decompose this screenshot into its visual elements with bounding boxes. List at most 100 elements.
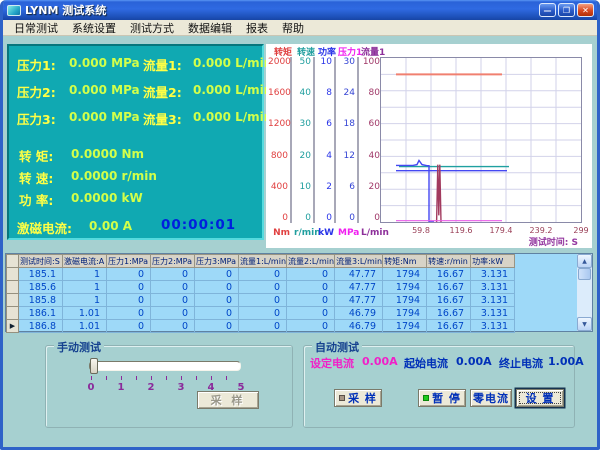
column-header: 转矩:Nm bbox=[383, 255, 427, 268]
excitation-current-value: 0.00 A bbox=[89, 219, 132, 233]
speed-label: 转 速: bbox=[19, 168, 53, 187]
table-cell: 0 bbox=[287, 281, 335, 294]
flow2-label: 流量2: bbox=[143, 82, 182, 101]
table-cell: 1.01 bbox=[63, 307, 107, 320]
close-button[interactable]: ✕ bbox=[577, 3, 594, 17]
table-cell: 0 bbox=[151, 268, 195, 281]
zero-current-button[interactable]: 零电流 bbox=[470, 389, 512, 407]
table-cell: 0 bbox=[287, 294, 335, 307]
table-scrollbar[interactable]: ▲ ▼ bbox=[577, 254, 592, 331]
table-cell: 0 bbox=[107, 268, 151, 281]
table-header-row: 测试时间:S激磁电流:A压力1:MPa压力2:MPa压力3:MPa流量1:L/m… bbox=[7, 255, 515, 268]
table-row[interactable]: ▶186.81.010000046.79179416.673.131 bbox=[7, 320, 515, 333]
manual-sample-button[interactable]: 采 样 bbox=[197, 391, 259, 409]
row-selector bbox=[7, 307, 19, 320]
start-current-value: 0.00A bbox=[456, 355, 492, 368]
pressure3-value: 0.000 MPa bbox=[69, 110, 140, 124]
table-cell: 185.8 bbox=[19, 294, 63, 307]
sample-led-icon bbox=[339, 395, 345, 401]
app-window: LYNM 测试系统 — ❐ ✕ 日常测试 系统设置 测试方式 数据编辑 报表 帮… bbox=[0, 0, 600, 450]
column-header: 压力1:MPa bbox=[107, 255, 151, 268]
table-row[interactable]: 186.11.010000046.79179416.673.131 bbox=[7, 307, 515, 320]
x-tick: 119.6 bbox=[450, 226, 473, 235]
flow3-label: 流量3: bbox=[143, 109, 182, 128]
table-cell: 185.6 bbox=[19, 281, 63, 294]
table-cell: 3.131 bbox=[471, 307, 515, 320]
column-header: 测试时间:S bbox=[19, 255, 63, 268]
flow2-value: 0.000 L/min bbox=[193, 83, 272, 97]
table-cell: 0 bbox=[107, 281, 151, 294]
speed-value: 0.0000 r/min bbox=[71, 169, 157, 183]
current-slider-thumb[interactable] bbox=[90, 358, 98, 374]
auto-test-title: 自动测试 bbox=[312, 339, 362, 355]
x-tick: 299 bbox=[573, 226, 588, 235]
flow1-label: 流量1: bbox=[143, 55, 182, 74]
scroll-up-icon[interactable]: ▲ bbox=[577, 254, 592, 268]
current-slider-track[interactable] bbox=[89, 361, 241, 371]
column-header: 流量3:L/min bbox=[335, 255, 383, 268]
row-selector bbox=[7, 294, 19, 307]
menu-item-data-edit[interactable]: 数据编辑 bbox=[181, 20, 239, 36]
table-row[interactable]: 185.610000047.77179416.673.131 bbox=[7, 281, 515, 294]
auto-sample-label: 采 样 bbox=[348, 390, 377, 406]
table-cell: 3.131 bbox=[471, 268, 515, 281]
row-selector: ▶ bbox=[7, 320, 19, 333]
restore-button[interactable]: ❐ bbox=[558, 3, 575, 17]
x-tick: 239.2 bbox=[530, 226, 553, 235]
plot-area bbox=[380, 57, 582, 223]
setup-button[interactable]: 设 置 bbox=[516, 389, 564, 407]
auto-test-group: 自动测试 设定电流 0.00A 起始电流 0.00A 终止电流 1.00A 采 … bbox=[303, 345, 575, 428]
table-cell: 0 bbox=[107, 307, 151, 320]
pause-button[interactable]: 暂 停 bbox=[418, 389, 466, 407]
table-cell: 1 bbox=[63, 268, 107, 281]
table-row[interactable]: 185.810000047.77179416.673.131 bbox=[7, 294, 515, 307]
x-tick: 59.8 bbox=[412, 226, 430, 235]
start-current-label: 起始电流 bbox=[404, 355, 448, 371]
table-cell: 1794 bbox=[383, 281, 427, 294]
menu-item-system-settings[interactable]: 系统设置 bbox=[65, 20, 123, 36]
column-header: 流量2:L/min bbox=[287, 255, 335, 268]
table-cell: 0 bbox=[195, 307, 239, 320]
column-header: 转速:r/min bbox=[427, 255, 471, 268]
minimize-button[interactable]: — bbox=[539, 3, 556, 17]
menu-item-daily-test[interactable]: 日常测试 bbox=[7, 20, 65, 36]
slider-tick-label: 1 bbox=[118, 382, 125, 393]
table-cell: 47.77 bbox=[335, 281, 383, 294]
table-cell: 0 bbox=[151, 294, 195, 307]
auto-sample-button[interactable]: 采 样 bbox=[334, 389, 382, 407]
table-cell: 1 bbox=[63, 281, 107, 294]
scrollbar-track[interactable] bbox=[577, 268, 592, 317]
table-cell: 186.1 bbox=[19, 307, 63, 320]
flow1-value: 0.000 L/min bbox=[193, 56, 272, 70]
menu-item-help[interactable]: 帮助 bbox=[275, 20, 311, 36]
table-cell: 0 bbox=[151, 320, 195, 333]
menu-item-test-mode[interactable]: 测试方式 bbox=[123, 20, 181, 36]
table-cell: 1794 bbox=[383, 294, 427, 307]
menu-bar: 日常测试 系统设置 测试方式 数据编辑 报表 帮助 bbox=[3, 20, 597, 36]
pause-led-icon bbox=[423, 395, 429, 401]
scrollbar-thumb[interactable] bbox=[578, 268, 591, 280]
menu-item-reports[interactable]: 报表 bbox=[239, 20, 275, 36]
y-axis-2: 转速50403020100r/min bbox=[294, 45, 315, 238]
x-tick: 179.4 bbox=[490, 226, 513, 235]
table-cell: 1 bbox=[63, 294, 107, 307]
table-cell: 47.77 bbox=[335, 294, 383, 307]
titlebar[interactable]: LYNM 测试系统 — ❐ ✕ bbox=[3, 0, 597, 20]
column-header: 激磁电流:A bbox=[63, 255, 107, 268]
table-cell: 46.79 bbox=[335, 307, 383, 320]
power-value: 0.0000 kW bbox=[71, 191, 143, 205]
table-cell: 16.67 bbox=[427, 320, 471, 333]
row-selector bbox=[7, 281, 19, 294]
elapsed-timer: 00:00:01 bbox=[161, 217, 236, 233]
table-cell: 0 bbox=[287, 268, 335, 281]
column-header: 流量1:L/min bbox=[239, 255, 287, 268]
scroll-down-icon[interactable]: ▼ bbox=[577, 317, 592, 331]
table-cell: 185.1 bbox=[19, 268, 63, 281]
table-cell: 0 bbox=[287, 307, 335, 320]
pressure1-value: 0.000 MPa bbox=[69, 56, 140, 70]
table-cell: 0 bbox=[239, 281, 287, 294]
table-row[interactable]: 185.110000047.77179416.673.131 bbox=[7, 268, 515, 281]
chart-panel: 转矩2000160012008004000Nm转速50403020100r/mi… bbox=[266, 44, 592, 248]
table-cell: 186.8 bbox=[19, 320, 63, 333]
chart-canvas bbox=[381, 58, 581, 222]
